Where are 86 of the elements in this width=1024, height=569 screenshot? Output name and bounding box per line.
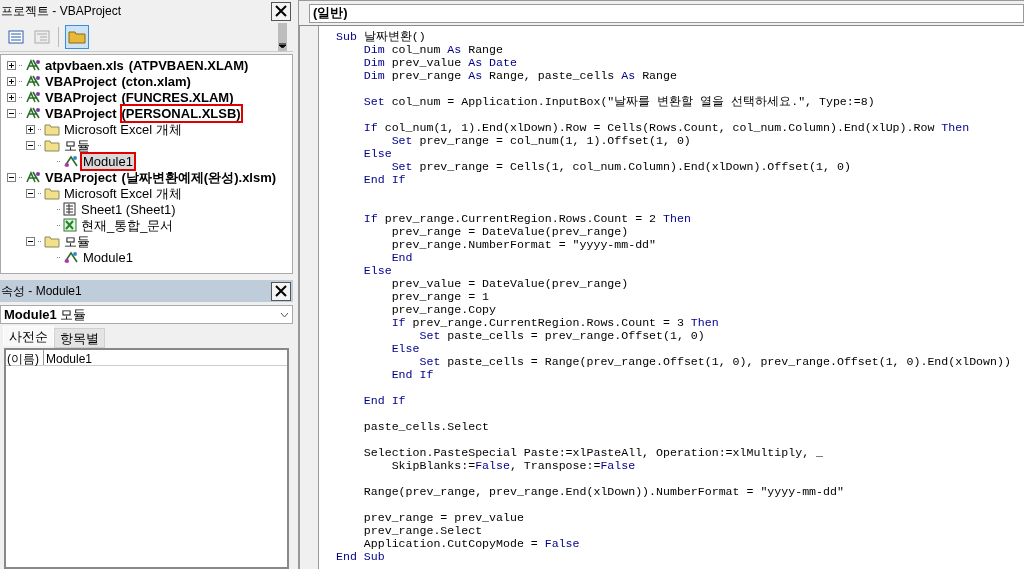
folder-icon (68, 29, 86, 44)
code-line: If col_num(1, 1).End(xlDown).Row = Cells(Rows.Count, col_num.Column).End(xlUp).Row Then (362, 121, 970, 134)
toolbar-overflow-icon[interactable] (278, 22, 287, 51)
code-line: SkipBlanks:=False, Transpose:=False (390, 459, 636, 472)
tree-item[interactable]: VBAProject (44, 169, 118, 185)
project-icon (25, 170, 41, 184)
code-line: End If (362, 394, 406, 407)
folder-icon (44, 234, 60, 248)
code-line: Set prev_range = Cells(1, col_num.Column).End(xlDown).Offset(1, 0) (390, 160, 851, 173)
code-line: Else (362, 147, 392, 160)
tree-item[interactable]: Module1 (82, 153, 134, 169)
folder-icon (44, 138, 60, 152)
tree-item[interactable]: VBAProject (44, 105, 118, 121)
code-line: Set paste_cells = prev_range.Offset(1, 0) (418, 329, 705, 342)
code-line: Dim prev_value As Date (362, 56, 517, 69)
tab[interactable]: 항목별 (54, 328, 105, 348)
project-icon (25, 90, 41, 104)
project-file-name: (ATPVBAEN.XLAM) (128, 57, 249, 73)
project-icon (25, 58, 41, 72)
folder-icon (44, 122, 60, 136)
tree-item[interactable]: 모듈 (63, 137, 91, 153)
sheet-icon (63, 202, 77, 216)
property-value[interactable]: Module1 (44, 350, 93, 365)
panel-title: 프로젝트 - VBAProject (1, 3, 122, 20)
expand-toggle[interactable] (7, 60, 16, 70)
tab[interactable]: 사전순 (3, 326, 54, 346)
code-line: End If (362, 173, 406, 186)
tree-item[interactable]: Module1 (82, 249, 134, 265)
code-line: Selection.PasteSpecial Paste:=xlPasteAll, Operation:=xlMultiply, _ (362, 446, 824, 459)
module-icon (63, 154, 79, 168)
collapse-toggle[interactable] (26, 140, 35, 150)
project-file-name: (cton.xlam) (121, 73, 191, 89)
expand-toggle[interactable] (7, 76, 16, 86)
chevron-down-icon (280, 311, 289, 318)
workbook-icon (63, 218, 77, 232)
property-name: (이름) (6, 350, 44, 365)
project-icon (25, 74, 41, 88)
close-button[interactable] (271, 281, 291, 301)
object-dropdown[interactable]: (일반) (309, 3, 1024, 23)
tree-item[interactable]: Sheet1 (Sheet1) (80, 201, 177, 217)
code-line: Set paste_cells = Range(prev_range.Offset(1, 0), prev_range.Offset(1, 0).End(xlDown)) (418, 355, 1011, 368)
code-line: End If (390, 368, 434, 381)
code-line: Else (362, 264, 392, 277)
tree-item[interactable]: VBAProject (44, 89, 118, 105)
folder-icon (44, 186, 60, 200)
project-file-name: (PERSONAL.XLSB) (121, 105, 241, 121)
code-line: End (390, 251, 413, 264)
collapse-toggle[interactable] (7, 108, 16, 118)
code-line: Set col_num = Application.InputBox("날짜를 변환할 열을 선택하세요.", Type:=8) (362, 95, 875, 108)
code-line: If prev_range.CurrentRegion.Rows.Count = 3 Then (390, 316, 719, 329)
code-line: Sub 날짜변환() (336, 30, 426, 43)
code-line: Else (390, 342, 420, 355)
project-file-name: (FUNCRES.XLAM) (121, 89, 234, 105)
code-line: prev_value = DateValue(prev_range) (390, 277, 629, 290)
code-line: prev_range.Copy (390, 303, 497, 316)
code-line: prev_range.Select (362, 524, 483, 537)
toggle-folders-button[interactable] (65, 24, 89, 49)
collapse-toggle[interactable] (26, 236, 35, 246)
code-line: If prev_range.CurrentRegion.Rows.Count = 2 Then (362, 212, 691, 225)
code-line: prev_range = 1 (390, 290, 490, 303)
code-line: paste_cells.Select (362, 420, 490, 433)
code-line: End Sub (336, 550, 385, 563)
tree-item[interactable]: atpvbaen.xls (44, 57, 125, 73)
code-line: Application.CutCopyMode = False (362, 537, 580, 550)
code-line: Set prev_range = col_num(1, 1).Offset(1, 0) (390, 134, 691, 147)
code-line: Dim prev_range As Range, paste_cells As Range (362, 69, 677, 82)
close-button[interactable] (271, 1, 291, 21)
module-icon (63, 250, 79, 264)
code-line: prev_range = DateValue(prev_range) (390, 225, 629, 238)
object-dropdown[interactable]: Module1 모듈 (0, 305, 293, 324)
code-line: Range(prev_range, prev_range.End(xlDown)).NumberFormat = "yyyy-mm-dd" (362, 485, 844, 498)
project-icon (25, 106, 41, 120)
panel-title: 속성 - Module1 (1, 283, 82, 300)
code-line: Dim col_num As Range (362, 43, 503, 56)
project-file-name: (날짜변환예제(완성).xlsm) (121, 169, 277, 185)
collapse-toggle[interactable] (7, 172, 16, 182)
tree-item[interactable]: Microsoft Excel 개체 (63, 121, 183, 137)
expand-toggle[interactable] (7, 92, 16, 102)
code-line: prev_range.NumberFormat = "yyyy-mm-dd" (390, 238, 657, 251)
tree-item[interactable]: 현재_통합_문서 (80, 217, 175, 233)
code-line: prev_range = prev_value (362, 511, 524, 524)
tree-item[interactable]: Microsoft Excel 개체 (63, 185, 183, 201)
tree-item[interactable]: VBAProject (44, 73, 118, 89)
expand-toggle[interactable] (26, 124, 35, 134)
tree-item[interactable]: 모듈 (63, 233, 91, 249)
collapse-toggle[interactable] (26, 188, 35, 198)
